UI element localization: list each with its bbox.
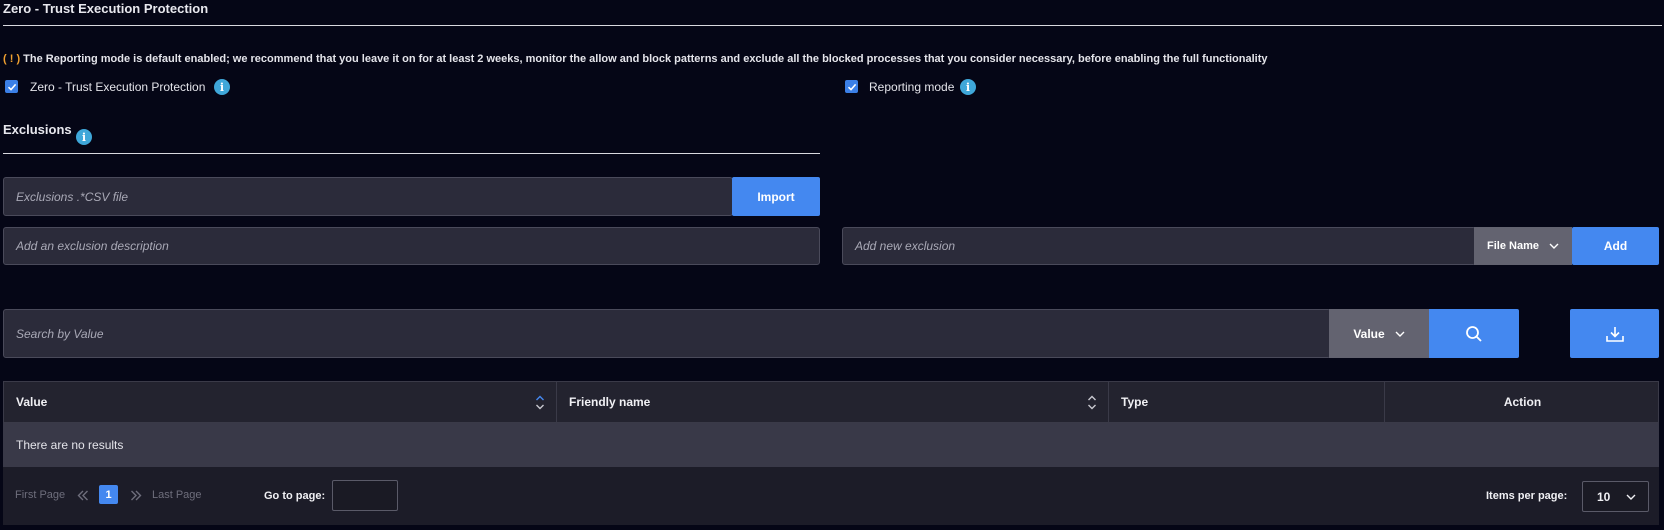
reporting-notice: ( ! ) The Reporting mode is default enab…: [3, 53, 1267, 65]
first-page-link[interactable]: First Page: [15, 489, 65, 501]
search-field-dropdown[interactable]: Value: [1329, 309, 1429, 358]
sort-icon[interactable]: [1087, 394, 1097, 411]
csv-file-input[interactable]: Exclusions .*CSV file: [3, 177, 733, 216]
download-icon: [1605, 326, 1624, 342]
ztep-checkbox[interactable]: [5, 80, 18, 93]
exclusions-divider: [3, 153, 820, 154]
last-page-link[interactable]: Last Page: [152, 489, 202, 501]
export-button[interactable]: [1570, 309, 1659, 358]
reporting-mode-checkbox[interactable]: [845, 80, 858, 93]
search-placeholder: Search by Value: [16, 326, 104, 341]
table-row: There are no results: [3, 423, 1659, 467]
chevron-down-icon: [1549, 243, 1559, 249]
items-per-page-label: Items per page:: [1486, 490, 1568, 502]
exclusion-type-value: File Name: [1487, 240, 1539, 252]
exclusion-type-dropdown[interactable]: File Name: [1474, 227, 1572, 265]
add-exclusion-button[interactable]: Add: [1572, 227, 1659, 265]
info-icon[interactable]: i: [76, 129, 92, 145]
new-exclusion-input[interactable]: Add new exclusion: [842, 227, 1476, 265]
column-header-type: Type: [1121, 395, 1149, 409]
csv-file-placeholder: Exclusions .*CSV file: [16, 189, 129, 204]
table-header: Value Friendly name Type Action: [3, 381, 1659, 423]
checkmark-icon: [847, 83, 856, 91]
column-header-friendly-name[interactable]: Friendly name: [569, 382, 650, 422]
ztep-label: Zero - Trust Execution Protection: [30, 80, 206, 94]
reporting-mode-label: Reporting mode: [869, 80, 955, 94]
info-icon[interactable]: i: [214, 79, 230, 95]
search-field-value: Value: [1353, 326, 1385, 341]
search-button[interactable]: [1429, 309, 1519, 358]
column-header-value[interactable]: Value: [16, 382, 47, 422]
chevron-down-icon: [1626, 494, 1636, 500]
pagination-bar: First Page 1 Last Page Go to page: Items…: [3, 467, 1659, 525]
checkmark-icon: [7, 83, 16, 91]
page-title: Zero - Trust Execution Protection: [3, 1, 209, 16]
items-per-page-value: 10: [1597, 489, 1611, 504]
title-divider: [3, 25, 1662, 26]
double-chevron-right-icon[interactable]: [130, 490, 142, 501]
column-header-action: Action: [1503, 395, 1542, 409]
go-to-page-input[interactable]: [332, 480, 398, 511]
go-to-page-label: Go to page:: [264, 490, 326, 502]
chevron-down-icon: [1395, 331, 1405, 337]
exclusion-description-input[interactable]: Add an exclusion description: [3, 227, 820, 265]
search-input[interactable]: Search by Value: [3, 309, 1331, 358]
current-page-button[interactable]: 1: [99, 485, 118, 504]
description-placeholder: Add an exclusion description: [16, 239, 169, 253]
items-per-page-dropdown[interactable]: 10: [1582, 481, 1649, 512]
double-chevron-left-icon[interactable]: [77, 490, 89, 501]
search-icon: [1466, 325, 1482, 342]
empty-results-message: There are no results: [16, 438, 124, 452]
sort-icon[interactable]: [535, 394, 545, 411]
notice-text: The Reporting mode is default enabled; w…: [23, 53, 1268, 65]
warning-marker: ( ! ): [3, 53, 21, 65]
new-exclusion-placeholder: Add new exclusion: [855, 239, 956, 253]
exclusions-title: Exclusions: [3, 122, 72, 137]
info-icon[interactable]: i: [960, 79, 976, 95]
import-button[interactable]: Import: [732, 177, 820, 216]
